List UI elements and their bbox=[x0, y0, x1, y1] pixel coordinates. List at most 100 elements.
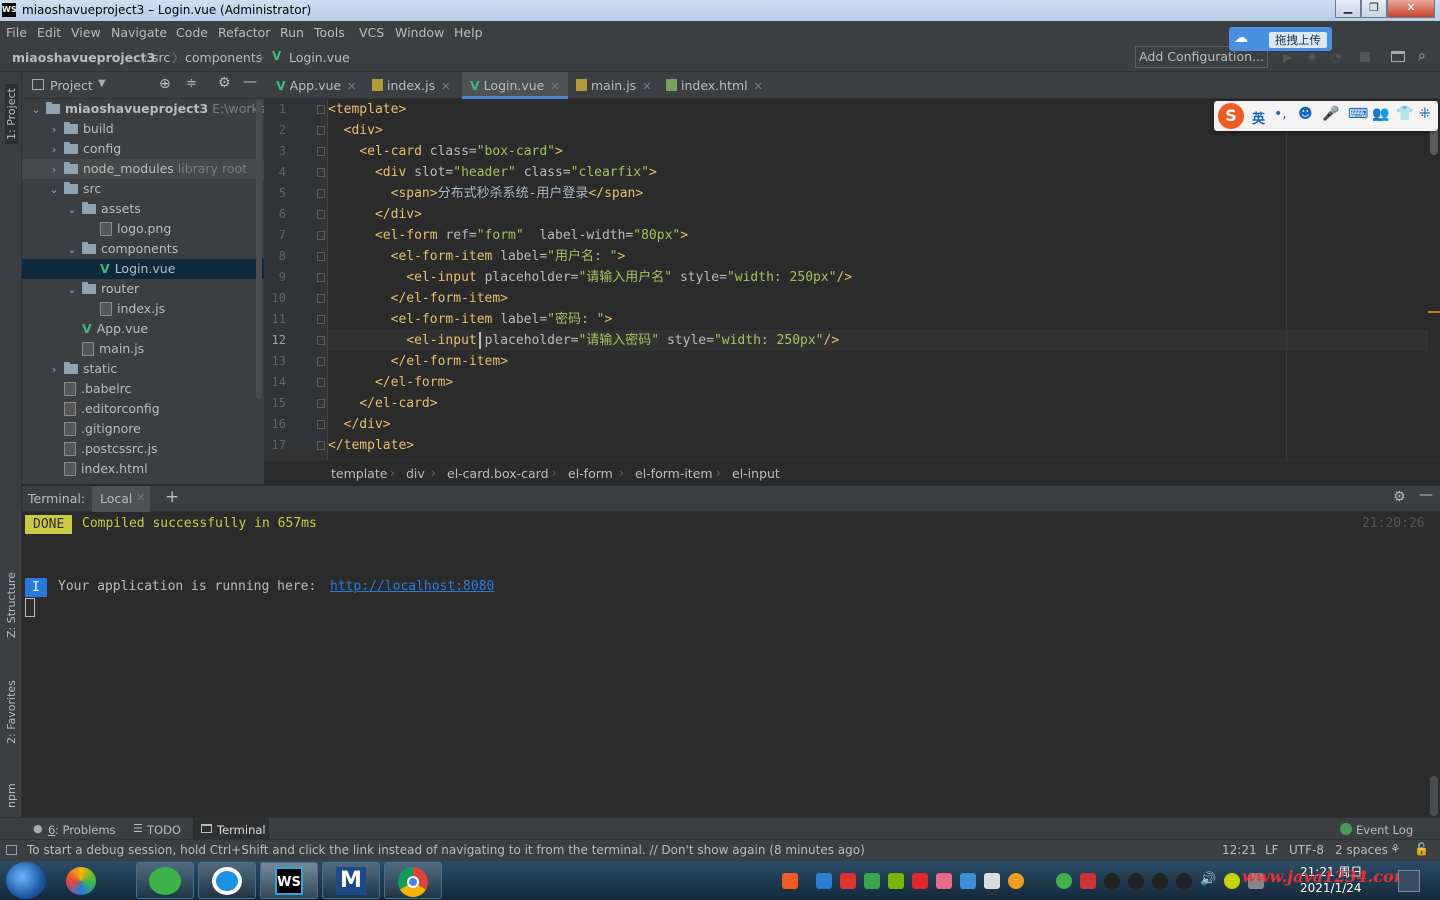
breadcrumb-item[interactable]: el-card.box-card bbox=[447, 466, 549, 481]
code-line[interactable]: <el-form-item label="用户名: "> bbox=[328, 246, 1428, 267]
volume-icon[interactable]: 🔊 bbox=[1200, 872, 1216, 887]
close-tab-icon[interactable]: ✕ bbox=[136, 491, 145, 504]
code-line[interactable]: </el-form-item> bbox=[328, 351, 1428, 372]
editor-scrollbar[interactable] bbox=[1428, 99, 1440, 460]
code-line[interactable]: <span>分布式秒杀系统-用户登录</span> bbox=[328, 183, 1428, 204]
fold-marker-icon[interactable] bbox=[317, 168, 325, 177]
problems-tool-button[interactable]: : Problems bbox=[55, 823, 116, 837]
collapse-all-icon[interactable]: ≑ bbox=[186, 76, 197, 91]
tree-item[interactable]: V App.vue bbox=[22, 319, 264, 339]
minimize-button[interactable]: ▁ bbox=[1335, 0, 1361, 18]
fold-marker-icon[interactable] bbox=[317, 378, 325, 387]
status-toggle-icon[interactable] bbox=[6, 845, 17, 855]
scrollbar-thumb[interactable] bbox=[1430, 776, 1438, 816]
todo-tool-button[interactable]: TODO bbox=[147, 823, 181, 837]
network-tray-icon[interactable] bbox=[1224, 873, 1240, 889]
nav-components[interactable]: components bbox=[185, 50, 262, 65]
code-line[interactable]: <el-form ref="form" label-width="80px"> bbox=[328, 225, 1428, 246]
fold-marker-icon[interactable] bbox=[317, 399, 325, 408]
tree-item[interactable]: index.js bbox=[22, 299, 264, 319]
project-tool-button[interactable]: 1: Project bbox=[5, 84, 18, 144]
chevron-down-icon[interactable]: ⌄ bbox=[66, 281, 78, 301]
qq-tray-icon[interactable] bbox=[1080, 873, 1096, 889]
menu-window[interactable]: Window bbox=[395, 25, 444, 40]
taskbar-app-chrome[interactable] bbox=[384, 862, 442, 899]
code-line[interactable]: <el-input placeholder="请输入用户名" style="wi… bbox=[328, 267, 1428, 288]
gear-icon[interactable]: ⚙ bbox=[218, 75, 231, 91]
git-icon[interactable]: ⚘ bbox=[1390, 842, 1401, 856]
code-line[interactable]: </el-card> bbox=[328, 393, 1428, 414]
tree-item[interactable]: ⌄ assets bbox=[22, 199, 264, 219]
stop-icon[interactable] bbox=[1360, 52, 1370, 62]
chevron-down-icon[interactable]: ⌄ bbox=[66, 201, 78, 221]
tree-item[interactable]: › build bbox=[22, 119, 264, 139]
debug-icon[interactable]: ✹ bbox=[1307, 50, 1317, 64]
chevron-right-icon[interactable]: › bbox=[48, 121, 60, 141]
code-editor[interactable]: <template> <div> <el-card class="box-car… bbox=[328, 99, 1428, 460]
start-button[interactable] bbox=[6, 862, 46, 899]
npm-tool-button[interactable]: npm bbox=[5, 783, 18, 808]
chrome-tray-icon[interactable] bbox=[1008, 873, 1024, 889]
device-tray-icon[interactable] bbox=[984, 873, 1000, 889]
ime-toolbar[interactable]: S 英 •, ☻ 🎤 ⌨ 👥 👕 ⁜ bbox=[1214, 101, 1438, 131]
cloud-upload-widget[interactable]: ☁ 拖拽上传 bbox=[1229, 27, 1332, 51]
menu-vcs[interactable]: VCS bbox=[359, 25, 384, 40]
nvidia-tray-icon[interactable] bbox=[888, 873, 904, 889]
tree-item[interactable]: .postcssrc.js bbox=[22, 439, 264, 459]
grid-menu-icon[interactable]: ⁜ bbox=[1419, 106, 1431, 122]
s-tray-icon[interactable] bbox=[912, 873, 928, 889]
code-line[interactable]: <el-card class="box-card"> bbox=[328, 141, 1428, 162]
menu-tools[interactable]: Tools bbox=[314, 25, 345, 40]
fold-marker-icon[interactable] bbox=[317, 357, 325, 366]
chevron-down-icon[interactable]: ▼ bbox=[98, 78, 106, 89]
tree-item[interactable]: logo.png bbox=[22, 219, 264, 239]
terminal-settings-icon[interactable]: ⚙ bbox=[1393, 489, 1406, 505]
nav-src[interactable]: src bbox=[152, 50, 170, 65]
terminal-tool-button[interactable]: Terminal bbox=[217, 823, 266, 837]
caret-position[interactable]: 12:21 bbox=[1222, 843, 1257, 857]
fold-marker-icon[interactable] bbox=[317, 210, 325, 219]
fold-marker-icon[interactable] bbox=[317, 252, 325, 261]
hide-terminal-icon[interactable]: — bbox=[1419, 487, 1433, 503]
close-tab-icon[interactable]: ✕ bbox=[550, 80, 559, 93]
terminal-output[interactable]: DONE Compiled successfully in 657ms 21:2… bbox=[22, 512, 1428, 817]
menu-help[interactable]: Help bbox=[454, 25, 483, 40]
lock-icon[interactable]: 🔓 bbox=[1414, 842, 1429, 856]
tree-item[interactable]: .babelrc bbox=[22, 379, 264, 399]
breadcrumb-item[interactable]: el-form-item bbox=[635, 466, 713, 481]
menu-file[interactable]: File bbox=[6, 25, 27, 40]
menu-code[interactable]: Code bbox=[176, 25, 208, 40]
chevron-down-icon[interactable]: ⌄ bbox=[66, 241, 78, 261]
chevron-down-icon[interactable]: ⌄ bbox=[48, 181, 60, 201]
structure-tool-button[interactable]: Z: Structure bbox=[5, 572, 18, 638]
hide-panel-icon[interactable]: — bbox=[243, 74, 257, 90]
ime-lang-toggle[interactable]: 英 bbox=[1252, 108, 1265, 127]
tree-item[interactable]: ⌄ components bbox=[22, 239, 264, 259]
fold-marker-icon[interactable] bbox=[317, 294, 325, 303]
editor-tab[interactable]: V App.vue ✕ bbox=[268, 72, 364, 99]
breadcrumb-item[interactable]: el-input bbox=[732, 466, 780, 481]
editor-tab[interactable]: V Login.vue ✕ bbox=[462, 72, 568, 99]
punctuation-icon[interactable]: •, bbox=[1274, 106, 1287, 122]
code-line[interactable]: </el-form> bbox=[328, 372, 1428, 393]
nav-file[interactable]: Login.vue bbox=[289, 50, 350, 65]
code-line[interactable]: <el-form-item label="密码: "> bbox=[328, 309, 1428, 330]
localhost-link[interactable]: http://localhost:8080 bbox=[330, 579, 494, 594]
project-structure-icon[interactable] bbox=[1391, 51, 1405, 62]
taskbar-app-photos[interactable] bbox=[54, 862, 112, 899]
tree-item[interactable]: ⌄ router bbox=[22, 279, 264, 299]
menu-navigate[interactable]: Navigate bbox=[111, 25, 167, 40]
code-line[interactable]: <el-input placeholder="请输入密码" style="wid… bbox=[328, 330, 1428, 351]
close-tab-icon[interactable]: ✕ bbox=[642, 80, 651, 93]
microphone-icon[interactable]: 🎤 bbox=[1322, 106, 1339, 122]
penguin-tray-icon[interactable] bbox=[1176, 873, 1192, 889]
code-line[interactable]: </el-form-item> bbox=[328, 288, 1428, 309]
indent-setting[interactable]: 2 spaces bbox=[1335, 843, 1388, 857]
menu-view[interactable]: View bbox=[71, 25, 101, 40]
chevron-right-icon[interactable]: › bbox=[48, 361, 60, 381]
breadcrumb-item[interactable]: el-form bbox=[568, 466, 613, 481]
tree-item[interactable]: › static bbox=[22, 359, 264, 379]
skin-icon[interactable]: 👕 bbox=[1396, 106, 1413, 122]
fold-marker-icon[interactable] bbox=[317, 105, 325, 114]
cloud-tray-icon[interactable] bbox=[960, 873, 976, 889]
